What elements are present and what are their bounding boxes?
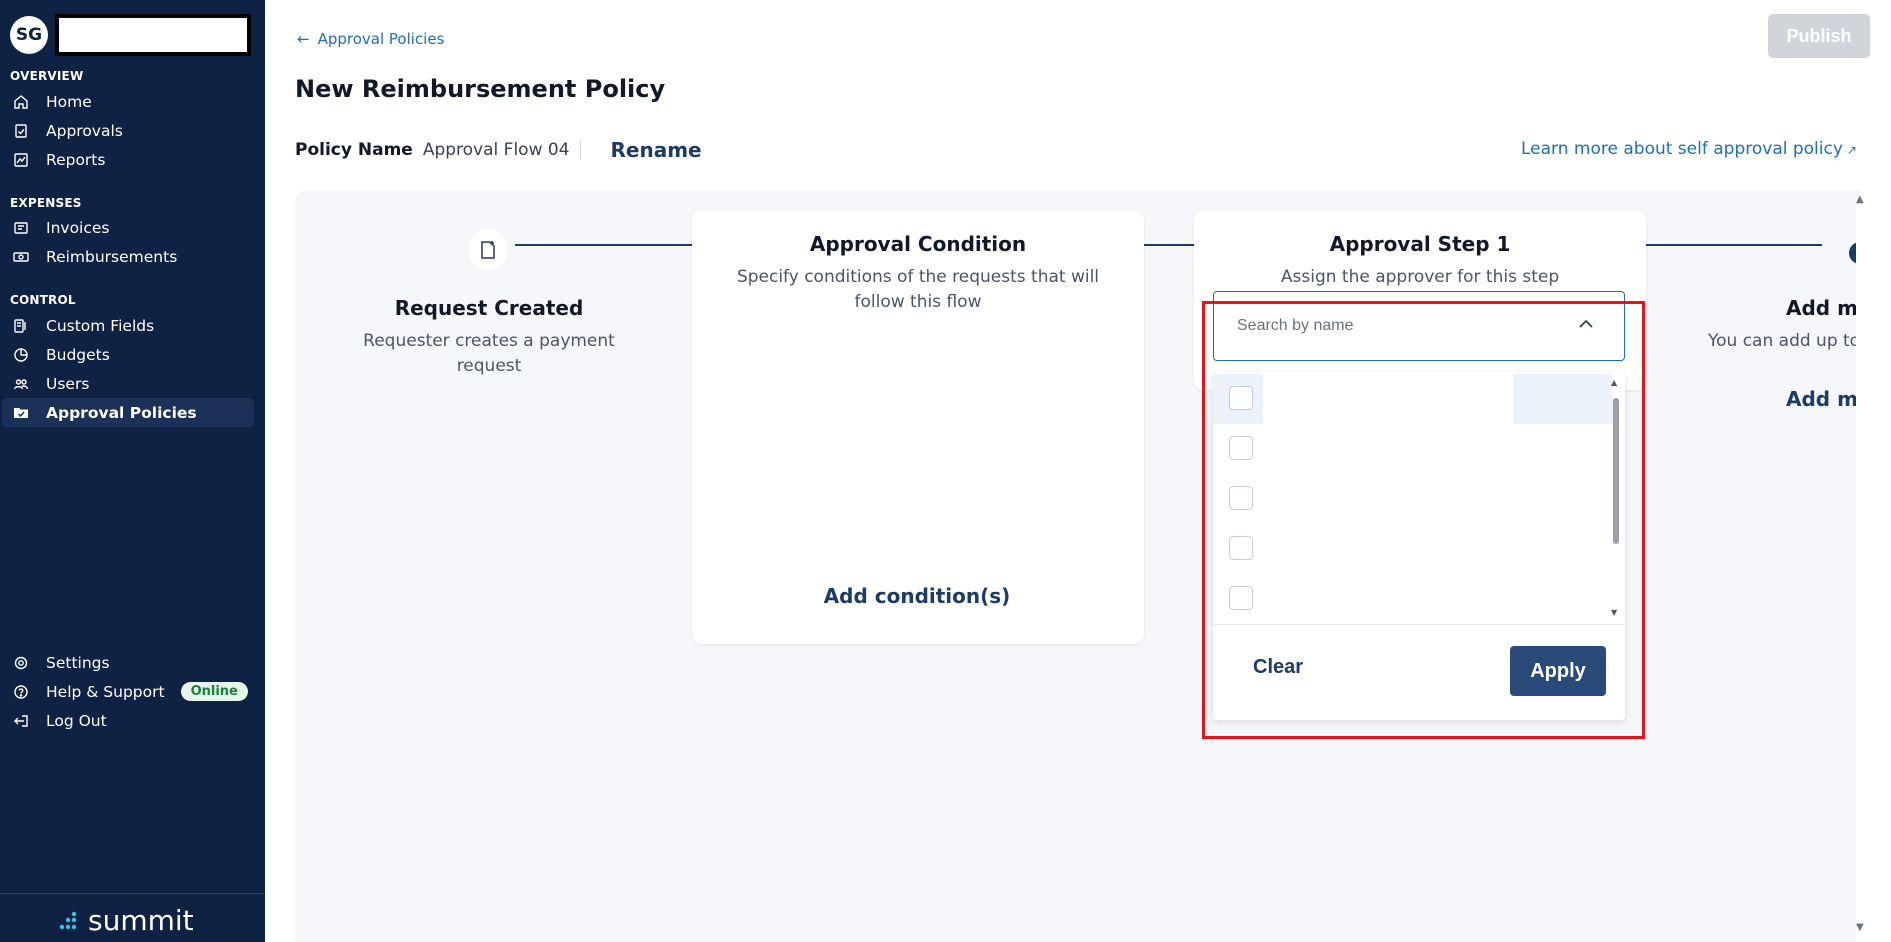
clipboard-check-icon (12, 122, 30, 140)
add-more-desc: You can add up to (1708, 331, 1861, 351)
pie-chart-icon (12, 346, 30, 364)
approval-condition-title: Approval Condition (809, 232, 1027, 256)
flow-connector (1646, 244, 1822, 246)
sidebar-item-label: Reimbursements (46, 247, 178, 266)
sidebar-item-help-support[interactable]: Help & Support Online (2, 677, 254, 706)
sidebar-item-approvals[interactable]: Approvals (2, 116, 254, 145)
scroll-up-arrow-icon[interactable]: ▲ (1856, 194, 1864, 205)
policy-name-value: Approval Flow 04 (423, 140, 581, 160)
section-title-overview: OVERVIEW (10, 69, 84, 83)
canvas-right-edge (1856, 200, 1891, 942)
section-title-expenses: EXPENSES (10, 196, 82, 210)
sidebar-item-home[interactable]: Home (2, 87, 254, 116)
back-link[interactable]: ← Approval Policies (297, 30, 444, 48)
sidebar: SG OVERVIEW Home Approvals Reports EXPEN… (0, 0, 265, 942)
page-title: New Reimbursement Policy (295, 75, 666, 103)
learn-more-label: Learn more about self approval policy (1521, 139, 1843, 159)
summit-logo: summit (56, 904, 194, 937)
sidebar-item-label: Home (46, 92, 92, 111)
learn-more-link[interactable]: Learn more about self approval policy ↗ (1521, 139, 1857, 159)
highlight-box (1202, 301, 1645, 739)
scroll-down-arrow-icon[interactable]: ▼ (1856, 922, 1864, 933)
sidebar-item-label: Invoices (46, 218, 110, 237)
logo-text: summit (88, 904, 194, 937)
logout-icon (12, 712, 30, 730)
sidebar-item-reports[interactable]: Reports (2, 145, 254, 174)
arrow-left-icon: ← (297, 30, 310, 48)
logo-dots-icon (59, 911, 77, 929)
cash-icon (12, 248, 30, 266)
invoice-icon (12, 219, 30, 237)
approval-step-title: Approval Step 1 (1329, 232, 1511, 256)
sidebar-item-label: Settings (46, 653, 110, 672)
sidebar-item-log-out[interactable]: Log Out (2, 706, 254, 735)
gear-icon (12, 654, 30, 672)
users-icon (12, 375, 30, 393)
request-created-title: Request Created (394, 296, 584, 320)
online-status-badge: Online (180, 682, 248, 701)
sidebar-item-users[interactable]: Users (2, 369, 254, 398)
section-title-control: CONTROL (10, 293, 76, 307)
org-switcher[interactable]: SG (10, 14, 251, 56)
sidebar-item-label: Reports (46, 150, 106, 169)
home-icon (12, 93, 30, 111)
flow-connector (515, 244, 692, 246)
add-conditions-button[interactable]: Add condition(s) (690, 584, 1144, 608)
publish-button[interactable]: Publish (1768, 14, 1870, 58)
request-created-desc: Requester creates a payment request (363, 331, 615, 376)
avatar[interactable]: SG (10, 16, 48, 54)
folder-check-icon (12, 404, 30, 422)
sidebar-item-invoices[interactable]: Invoices (2, 213, 254, 242)
sidebar-divider (0, 893, 265, 894)
help-icon (12, 683, 30, 701)
rename-button[interactable]: Rename (611, 138, 702, 162)
sidebar-item-label: Custom Fields (46, 316, 155, 335)
sidebar-item-label: Users (46, 374, 90, 393)
flow-connector (1144, 244, 1194, 246)
approval-condition-desc: Specify conditions of the requests that … (736, 267, 1100, 312)
policy-name-label: Policy Name (295, 140, 413, 160)
sidebar-item-approval-policies[interactable]: Approval Policies (2, 398, 254, 427)
request-created-icon (468, 230, 508, 270)
policy-name-row: Policy Name Approval Flow 04 Rename (295, 138, 702, 162)
sidebar-item-label: Approval Policies (46, 403, 197, 422)
external-link-icon: ↗ (1846, 143, 1857, 157)
back-link-label: Approval Policies (317, 30, 445, 48)
sidebar-item-settings[interactable]: Settings (2, 648, 254, 677)
sidebar-item-budgets[interactable]: Budgets (2, 340, 254, 369)
approval-step-desc: Assign the approver for this step (1280, 267, 1560, 287)
org-name-redacted (55, 14, 251, 56)
sidebar-item-custom-fields[interactable]: Custom Fields (2, 311, 254, 340)
chart-line-icon (12, 151, 30, 169)
sidebar-item-label: Approvals (46, 121, 123, 140)
sidebar-item-label: Budgets (46, 345, 110, 364)
sidebar-item-label: Help & Support (46, 682, 165, 701)
sidebar-item-reimbursements[interactable]: Reimbursements (2, 242, 254, 271)
sidebar-item-label: Log Out (46, 711, 107, 730)
custom-fields-icon (12, 317, 30, 335)
